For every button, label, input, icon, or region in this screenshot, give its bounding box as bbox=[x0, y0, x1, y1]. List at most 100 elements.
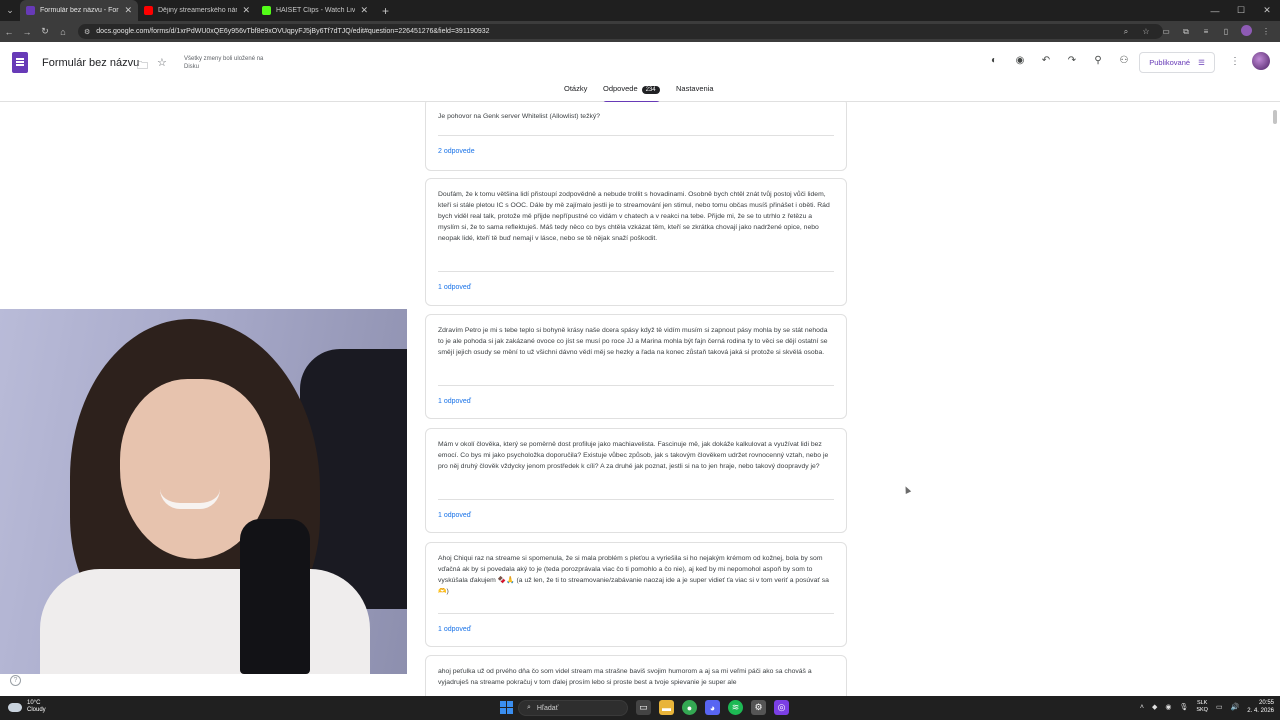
tray-app-icon[interactable]: ◉ bbox=[1165, 703, 1171, 711]
response-text: Je pohovor na Genk server Whitelist (All… bbox=[438, 113, 601, 120]
customize-theme-icon[interactable]: ◐ bbox=[988, 54, 1000, 66]
settings-gear-icon[interactable]: ⚙ bbox=[751, 700, 766, 715]
extensions-puzzle-icon[interactable]: ⧉ bbox=[1178, 27, 1194, 37]
side-panel-icon[interactable]: ▯ bbox=[1218, 27, 1234, 36]
profile-icon[interactable] bbox=[1238, 25, 1254, 38]
browser-tab-forms[interactable]: Formulár bez názvu - Formulár ✕ bbox=[20, 0, 138, 21]
home-icon[interactable]: ⌂ bbox=[54, 21, 72, 42]
obs-icon[interactable]: ◎ bbox=[774, 700, 789, 715]
close-window-icon[interactable]: ✕ bbox=[1254, 0, 1280, 21]
browser-tab-strip: ⌄ Formulár bez názvu - Formulár ✕ Dějiny… bbox=[0, 0, 1280, 21]
header-tools: ◐ ◉ ↶ ↷ ⚲ ⚇ bbox=[988, 54, 1130, 66]
published-button[interactable]: Publikované ☰ bbox=[1139, 52, 1215, 73]
forms-header: Formulár bez názvu 🗀 ☆ Všetky zmeny boli… bbox=[0, 42, 1280, 104]
google-forms-logo-icon[interactable] bbox=[12, 52, 28, 73]
more-options-icon[interactable]: ⋮ bbox=[1230, 56, 1240, 67]
publish-label: Publikované bbox=[1149, 58, 1191, 67]
tab-label: Odpovede bbox=[603, 84, 638, 93]
close-tab-icon[interactable]: ✕ bbox=[242, 5, 250, 16]
save-status: Všetky zmeny boli uložené na Disku bbox=[184, 56, 264, 70]
tab-responses[interactable]: Odpovede 234 bbox=[603, 84, 660, 104]
form-title[interactable]: Formulár bez názvu bbox=[42, 57, 139, 69]
toolbar-actions: ⌕ ☆ ▭ ⧉ ≡ ▯ ⋮ bbox=[1118, 21, 1280, 42]
answer-count-link[interactable]: 1 odpoveď bbox=[438, 398, 471, 405]
taskbar-apps: ▭ ▬ ● ◕ ≋ ⚙ ◎ bbox=[636, 700, 789, 715]
webcam-overlay bbox=[0, 309, 407, 674]
clock-time: 20:55 bbox=[1258, 700, 1274, 706]
response-text: Ahoj Chiqui raz na streame si spomenula,… bbox=[438, 555, 829, 595]
response-card: ahoj peťulka už od prvého dňa čo som vid… bbox=[425, 655, 847, 696]
help-icon[interactable]: ? bbox=[10, 675, 21, 686]
cloud-icon bbox=[8, 702, 22, 712]
windows-start-icon[interactable] bbox=[500, 701, 513, 714]
tab-title: HAISET Clips - Watch Live on K bbox=[276, 7, 356, 14]
close-tab-icon[interactable]: ✕ bbox=[124, 5, 132, 16]
answer-count-link[interactable]: 1 odpoveď bbox=[438, 626, 471, 633]
move-to-folder-icon[interactable]: 🗀 bbox=[137, 57, 148, 76]
back-icon[interactable]: ← bbox=[0, 21, 18, 42]
star-icon[interactable]: ☆ bbox=[157, 56, 167, 69]
window-controls: — ☐ ✕ bbox=[1202, 0, 1280, 21]
weather-desc: Cloudy bbox=[27, 707, 46, 713]
kick-favicon-icon bbox=[262, 6, 271, 15]
tab-label: Nastavenia bbox=[676, 84, 714, 93]
clock[interactable]: 20:55 2. 4. 2026 bbox=[1247, 699, 1274, 715]
browser-menu-icon[interactable]: ⋮ bbox=[1258, 27, 1274, 36]
response-card: Zdravím Petro je mi s tebe teplo si bohy… bbox=[425, 314, 847, 419]
site-info-icon[interactable]: ⚙ bbox=[84, 28, 90, 36]
add-collaborator-icon[interactable]: ⚇ bbox=[1118, 54, 1130, 66]
media-icon[interactable]: ≡ bbox=[1198, 27, 1214, 36]
link-icon[interactable]: ⚲ bbox=[1092, 54, 1104, 66]
forward-icon[interactable]: → bbox=[18, 21, 36, 42]
redo-icon[interactable]: ↷ bbox=[1066, 54, 1078, 66]
response-count-badge: 234 bbox=[641, 86, 660, 94]
answer-count-link[interactable]: 2 odpovede bbox=[438, 148, 475, 155]
bookmark-star-icon[interactable]: ☆ bbox=[1138, 27, 1154, 36]
response-text: Mám v okolí člověka, který se poměrně do… bbox=[438, 441, 829, 470]
answer-count-link[interactable]: 1 odpoveď bbox=[438, 512, 471, 519]
address-bar[interactable]: ⚙ docs.google.com/forms/d/1xrPdWU0xQE6y9… bbox=[78, 24, 1163, 39]
network-icon[interactable]: ▭ bbox=[1216, 703, 1223, 711]
clock-date: 2. 4. 2026 bbox=[1247, 708, 1274, 714]
tray-chevron-icon[interactable]: ˄ bbox=[1140, 704, 1144, 711]
file-explorer-icon[interactable]: ▬ bbox=[659, 700, 674, 715]
preview-eye-icon[interactable]: ◉ bbox=[1014, 54, 1026, 66]
volume-icon[interactable]: 🔊 bbox=[1231, 703, 1240, 711]
microphone bbox=[240, 519, 310, 674]
tab-label: Otázky bbox=[564, 84, 588, 93]
browser-tab-kick[interactable]: HAISET Clips - Watch Live on K ✕ bbox=[256, 0, 374, 21]
zoom-icon[interactable]: ⌕ bbox=[1118, 27, 1134, 37]
response-text: ahoj peťulka už od prvého dňa čo som vid… bbox=[438, 668, 812, 686]
system-tray: ˄ ◆ ◉ 🎙 SLK SKQ ▭ 🔊 20:55 2. 4. 2026 bbox=[1140, 699, 1274, 715]
new-tab-button[interactable]: + bbox=[382, 4, 389, 18]
language-indicator[interactable]: SLK SKQ bbox=[1196, 700, 1208, 714]
tab-settings[interactable]: Nastavenia bbox=[676, 84, 714, 102]
weather-widget[interactable]: 10°C Cloudy bbox=[8, 700, 46, 714]
spotify-icon[interactable]: ≋ bbox=[728, 700, 743, 715]
tray-app-icon[interactable]: ◆ bbox=[1152, 703, 1157, 711]
weather-temp: 10°C bbox=[27, 700, 41, 706]
minimize-icon[interactable]: — bbox=[1202, 0, 1228, 21]
taskbar-search[interactable]: ⌕ Hľadať bbox=[518, 700, 628, 716]
publish-settings-icon: ☰ bbox=[1198, 58, 1205, 67]
scrollbar[interactable] bbox=[1273, 110, 1277, 124]
tab-title: Formulár bez názvu - Formulár bbox=[40, 7, 119, 14]
reload-icon[interactable]: ↻ bbox=[36, 21, 54, 42]
search-placeholder: Hľadať bbox=[536, 704, 559, 712]
close-tab-icon[interactable]: ✕ bbox=[360, 5, 368, 16]
discord-icon[interactable]: ◕ bbox=[705, 700, 720, 715]
chrome-icon[interactable]: ● bbox=[682, 700, 697, 715]
extension-icon[interactable]: ▭ bbox=[1158, 27, 1174, 36]
task-view-icon[interactable]: ▭ bbox=[636, 700, 651, 715]
undo-icon[interactable]: ↶ bbox=[1040, 54, 1052, 66]
avatar[interactable] bbox=[1252, 52, 1270, 70]
tab-questions[interactable]: Otázky bbox=[564, 84, 587, 102]
response-text: Zdravím Petro je mi s tebe teplo si bohy… bbox=[438, 327, 828, 356]
streamer-shirt bbox=[40, 569, 370, 674]
youtube-favicon-icon bbox=[144, 6, 153, 15]
answer-count-link[interactable]: 1 odpoveď bbox=[438, 284, 471, 291]
maximize-icon[interactable]: ☐ bbox=[1228, 0, 1254, 21]
microphone-icon[interactable]: 🎙 bbox=[1179, 703, 1188, 711]
browser-tab-youtube[interactable]: Dějiny streamerského národa ✕ bbox=[138, 0, 256, 21]
tab-search-icon[interactable]: ⌄ bbox=[0, 0, 20, 21]
